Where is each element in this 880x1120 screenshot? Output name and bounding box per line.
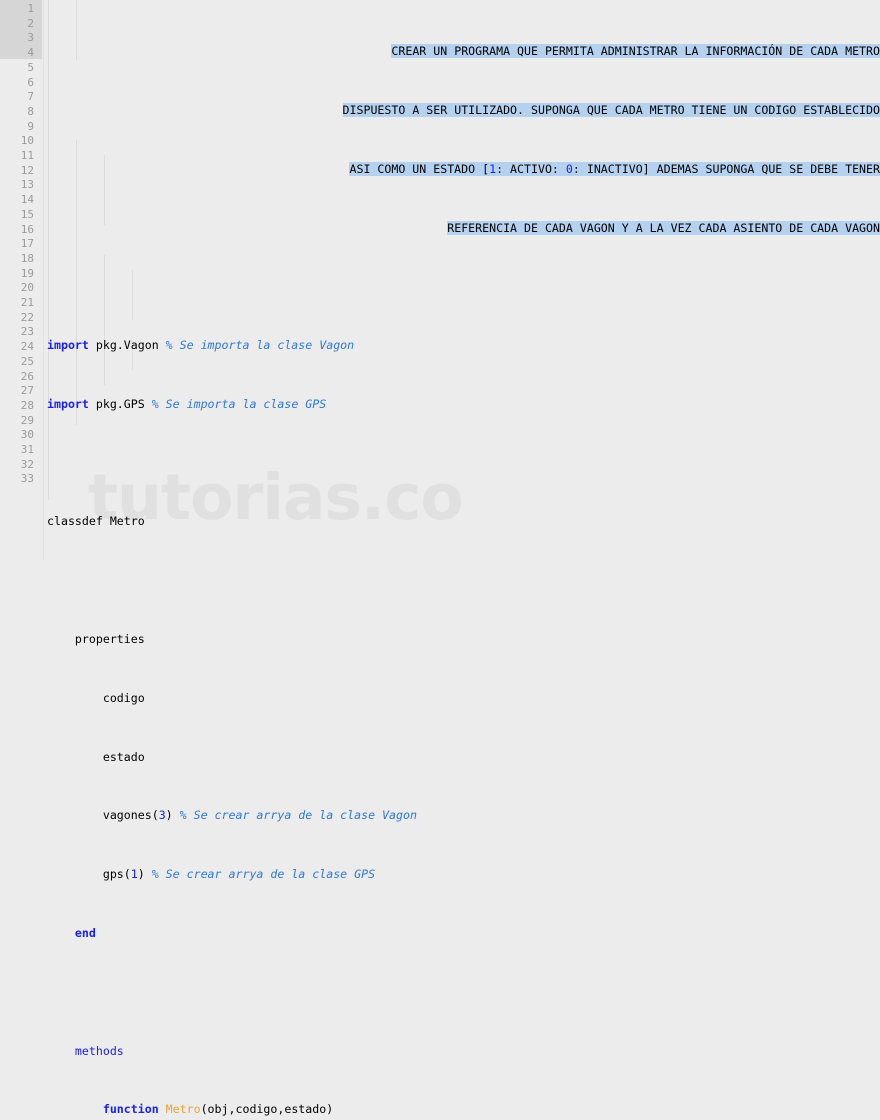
- line-number: 2: [27, 16, 34, 30]
- line-number: 16: [20, 222, 34, 236]
- line-number: 20: [20, 281, 34, 295]
- function-name: Metro: [165, 1102, 201, 1117]
- line-number: 26: [20, 369, 34, 383]
- text-segment: ): [165, 808, 180, 823]
- comment: % Se crear arrya de la clase GPS: [151, 867, 376, 882]
- line-number: 6: [27, 75, 34, 89]
- text-segment: : ACTIVO:: [496, 161, 566, 176]
- code-line[interactable]: gps(1) % Se crear arrya de la clase GPS: [47, 867, 880, 882]
- line-number: 22: [20, 310, 34, 324]
- code-line[interactable]: [47, 279, 880, 294]
- number-literal: 3: [158, 808, 166, 823]
- code-line[interactable]: REFERENCIA DE CADA VAGON Y A LA VEZ CADA…: [47, 220, 880, 236]
- line-number: 21: [20, 296, 34, 309]
- line-text: codigo: [47, 690, 145, 705]
- code-editor[interactable]: tutorias.co 1 2 3 4 5 6 7 8 9 10 11 12 1…: [0, 0, 880, 1116]
- selected-text: DISPUESTO A SER UTILIZADO. SUPONGA QUE C…: [342, 102, 880, 117]
- line-number: 18: [20, 251, 34, 265]
- line-number: 7: [27, 90, 34, 104]
- keyword: function: [102, 1102, 159, 1117]
- line-number: 29: [20, 413, 34, 427]
- line-number: 33: [20, 472, 34, 486]
- line-number: 24: [20, 340, 34, 354]
- keyword: methods: [74, 1043, 124, 1058]
- code-line[interactable]: ASI COMO UN ESTADO [1: ACTIVO: 0: INACTI…: [47, 161, 880, 177]
- line-number: 32: [20, 457, 34, 471]
- comment: % Se importa la clase Vagon: [165, 338, 355, 353]
- selected-text: REFERENCIA DE CADA VAGON Y A LA VEZ CADA…: [447, 220, 880, 235]
- number-literal: 1: [130, 867, 138, 882]
- text-segment: pkg.GPS: [88, 396, 152, 411]
- code-line[interactable]: import pkg.GPS % Se importa la clase GPS: [47, 397, 880, 412]
- selected-text: ASI COMO UN ESTADO [1: ACTIVO: 0: INACTI…: [349, 161, 880, 176]
- text-segment: pkg.Vagon: [88, 338, 166, 353]
- line-number: 5: [27, 60, 34, 74]
- line-number: 10: [20, 134, 34, 148]
- line-number: 25: [20, 354, 34, 368]
- selected-text: CREAR UN PROGRAMA QUE PERMITA ADMINISTRA…: [391, 44, 880, 59]
- code-line[interactable]: properties: [47, 632, 880, 647]
- line-number: 17: [20, 237, 34, 251]
- code-content[interactable]: CREAR UN PROGRAMA QUE PERMITA ADMINISTRA…: [47, 0, 880, 1120]
- code-line[interactable]: [47, 456, 880, 471]
- comment: % Se crear arrya de la clase Vagon: [179, 808, 417, 823]
- code-line[interactable]: DISPUESTO A SER UTILIZADO. SUPONGA QUE C…: [47, 102, 880, 118]
- line-number: 13: [20, 178, 34, 192]
- line-number: 12: [20, 163, 34, 177]
- line-number: 15: [20, 207, 34, 221]
- text-segment: [159, 1102, 166, 1116]
- keyword: import: [47, 396, 89, 411]
- comment: % Se importa la clase GPS: [151, 396, 327, 411]
- number-literal: 0: [565, 161, 573, 176]
- line-number: 11: [20, 149, 34, 162]
- code-line[interactable]: import pkg.Vagon % Se importa la clase V…: [47, 338, 880, 353]
- line-number: 31: [20, 443, 34, 456]
- code-line[interactable]: codigo: [47, 691, 880, 706]
- line-number-gutter: 1 2 3 4 5 6 7 8 9 10 11 12 13 14 15 16 1…: [0, 0, 42, 560]
- code-line[interactable]: vagones(3) % Se crear arrya de la clase …: [47, 808, 880, 823]
- code-line[interactable]: classdef Metro: [47, 514, 880, 529]
- line-number: 19: [20, 266, 34, 280]
- text-segment: gps(: [47, 867, 131, 882]
- code-line[interactable]: function Metro(obj,codigo,estado): [47, 1102, 880, 1117]
- line-number: 23: [20, 325, 34, 339]
- text-segment: ASI COMO UN ESTADO [: [349, 161, 490, 176]
- line-number: 27: [20, 384, 34, 398]
- text-segment: (obj,codigo,estado): [200, 1102, 334, 1117]
- line-number: 30: [20, 428, 34, 442]
- line-number: 28: [20, 398, 34, 412]
- line-text: properties: [47, 632, 145, 647]
- line-text: estado: [47, 749, 145, 764]
- keyword: import: [47, 338, 89, 353]
- line-number: 3: [27, 31, 34, 45]
- line-number: 8: [27, 104, 34, 118]
- code-line[interactable]: end: [47, 926, 880, 941]
- text-segment: ): [137, 867, 152, 882]
- keyword: end: [74, 926, 96, 941]
- code-line[interactable]: methods: [47, 1044, 880, 1059]
- code-line[interactable]: estado: [47, 750, 880, 765]
- text-segment: : INACTIVO] ADEMAS SUPONGA QUE SE DEBE T…: [572, 161, 880, 176]
- line-number: 9: [27, 119, 34, 133]
- code-line[interactable]: [47, 985, 880, 1000]
- code-line[interactable]: CREAR UN PROGRAMA QUE PERMITA ADMINISTRA…: [47, 44, 880, 59]
- line-text: classdef Metro: [47, 514, 145, 529]
- code-line[interactable]: [47, 573, 880, 588]
- text-segment: vagones(: [47, 808, 159, 823]
- line-number: 4: [27, 46, 34, 60]
- line-number: 14: [20, 193, 34, 207]
- line-number: 1: [27, 2, 34, 15]
- gutter-divider: [43, 0, 44, 560]
